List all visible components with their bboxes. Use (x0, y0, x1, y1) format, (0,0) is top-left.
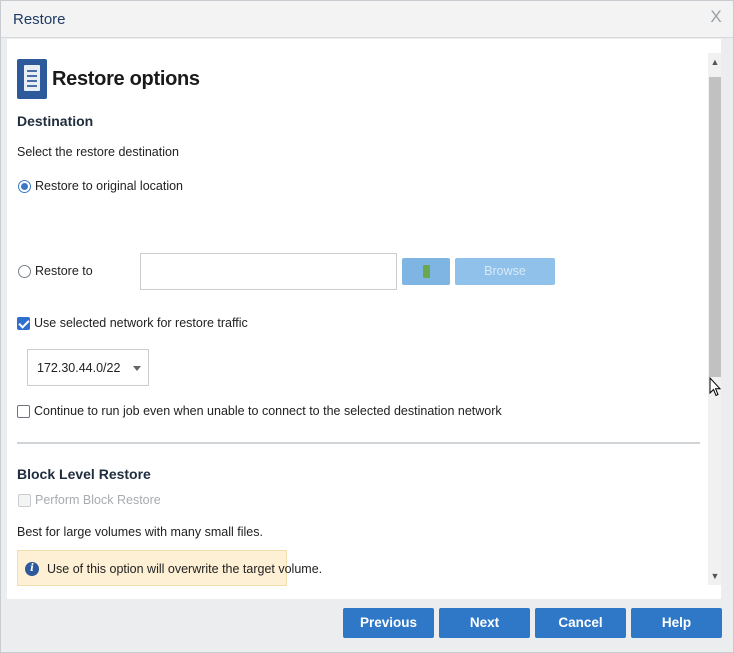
continue-on-failure-label[interactable]: Continue to run job even when unable to … (34, 404, 502, 418)
browse-button[interactable]: Browse (455, 258, 555, 285)
section-divider (17, 442, 700, 444)
restore-options-panel: Restore options Destination Select the r… (7, 39, 721, 599)
restore-dialog: Restore X Restore options Destination Se… (0, 0, 734, 653)
use-selected-network-checkbox[interactable] (17, 317, 30, 330)
scroll-up-icon[interactable]: ▲ (708, 55, 721, 69)
perform-block-restore-label: Perform Block Restore (35, 493, 161, 507)
destination-heading: Destination (17, 113, 94, 129)
overwrite-warning: i Use of this option will overwrite the … (17, 550, 322, 586)
network-select[interactable]: 172.30.44.0/22 (27, 349, 149, 386)
scroll-thumb[interactable] (709, 77, 721, 377)
overwrite-warning-text: Use of this option will overwrite the ta… (47, 562, 323, 576)
restore-to-label[interactable]: Restore to (35, 264, 93, 278)
title-bar: Restore X (1, 1, 733, 38)
chevron-down-icon (133, 366, 141, 371)
destination-prompt: Select the restore destination (17, 145, 179, 159)
window-title: Restore (13, 11, 66, 28)
continue-on-failure-checkbox[interactable] (17, 405, 30, 418)
next-button[interactable]: Next (439, 608, 530, 638)
mouse-cursor-icon (709, 377, 721, 397)
previous-button[interactable]: Previous (343, 608, 434, 638)
restore-original-radio[interactable] (18, 180, 31, 193)
panel-header: Restore options (17, 59, 200, 99)
restore-path-input[interactable] (140, 253, 397, 290)
go-button[interactable] (402, 258, 450, 285)
arrow-icon (423, 265, 430, 278)
restore-original-label[interactable]: Restore to original location (35, 179, 183, 193)
block-level-description: Best for large volumes with many small f… (17, 525, 263, 539)
document-icon (17, 59, 47, 99)
vertical-scrollbar[interactable]: ▲ ▼ (708, 53, 721, 585)
block-level-heading: Block Level Restore (17, 466, 151, 482)
scroll-down-icon[interactable]: ▼ (708, 569, 721, 583)
page-title: Restore options (52, 67, 200, 90)
cancel-button[interactable]: Cancel (535, 608, 626, 638)
close-icon[interactable]: X (707, 7, 725, 27)
network-select-value: 172.30.44.0/22 (37, 361, 121, 375)
help-button[interactable]: Help (631, 608, 722, 638)
perform-block-restore-checkbox[interactable] (18, 494, 31, 507)
use-selected-network-label[interactable]: Use selected network for restore traffic (34, 316, 248, 330)
info-icon: i (25, 562, 39, 576)
restore-to-radio[interactable] (18, 265, 31, 278)
